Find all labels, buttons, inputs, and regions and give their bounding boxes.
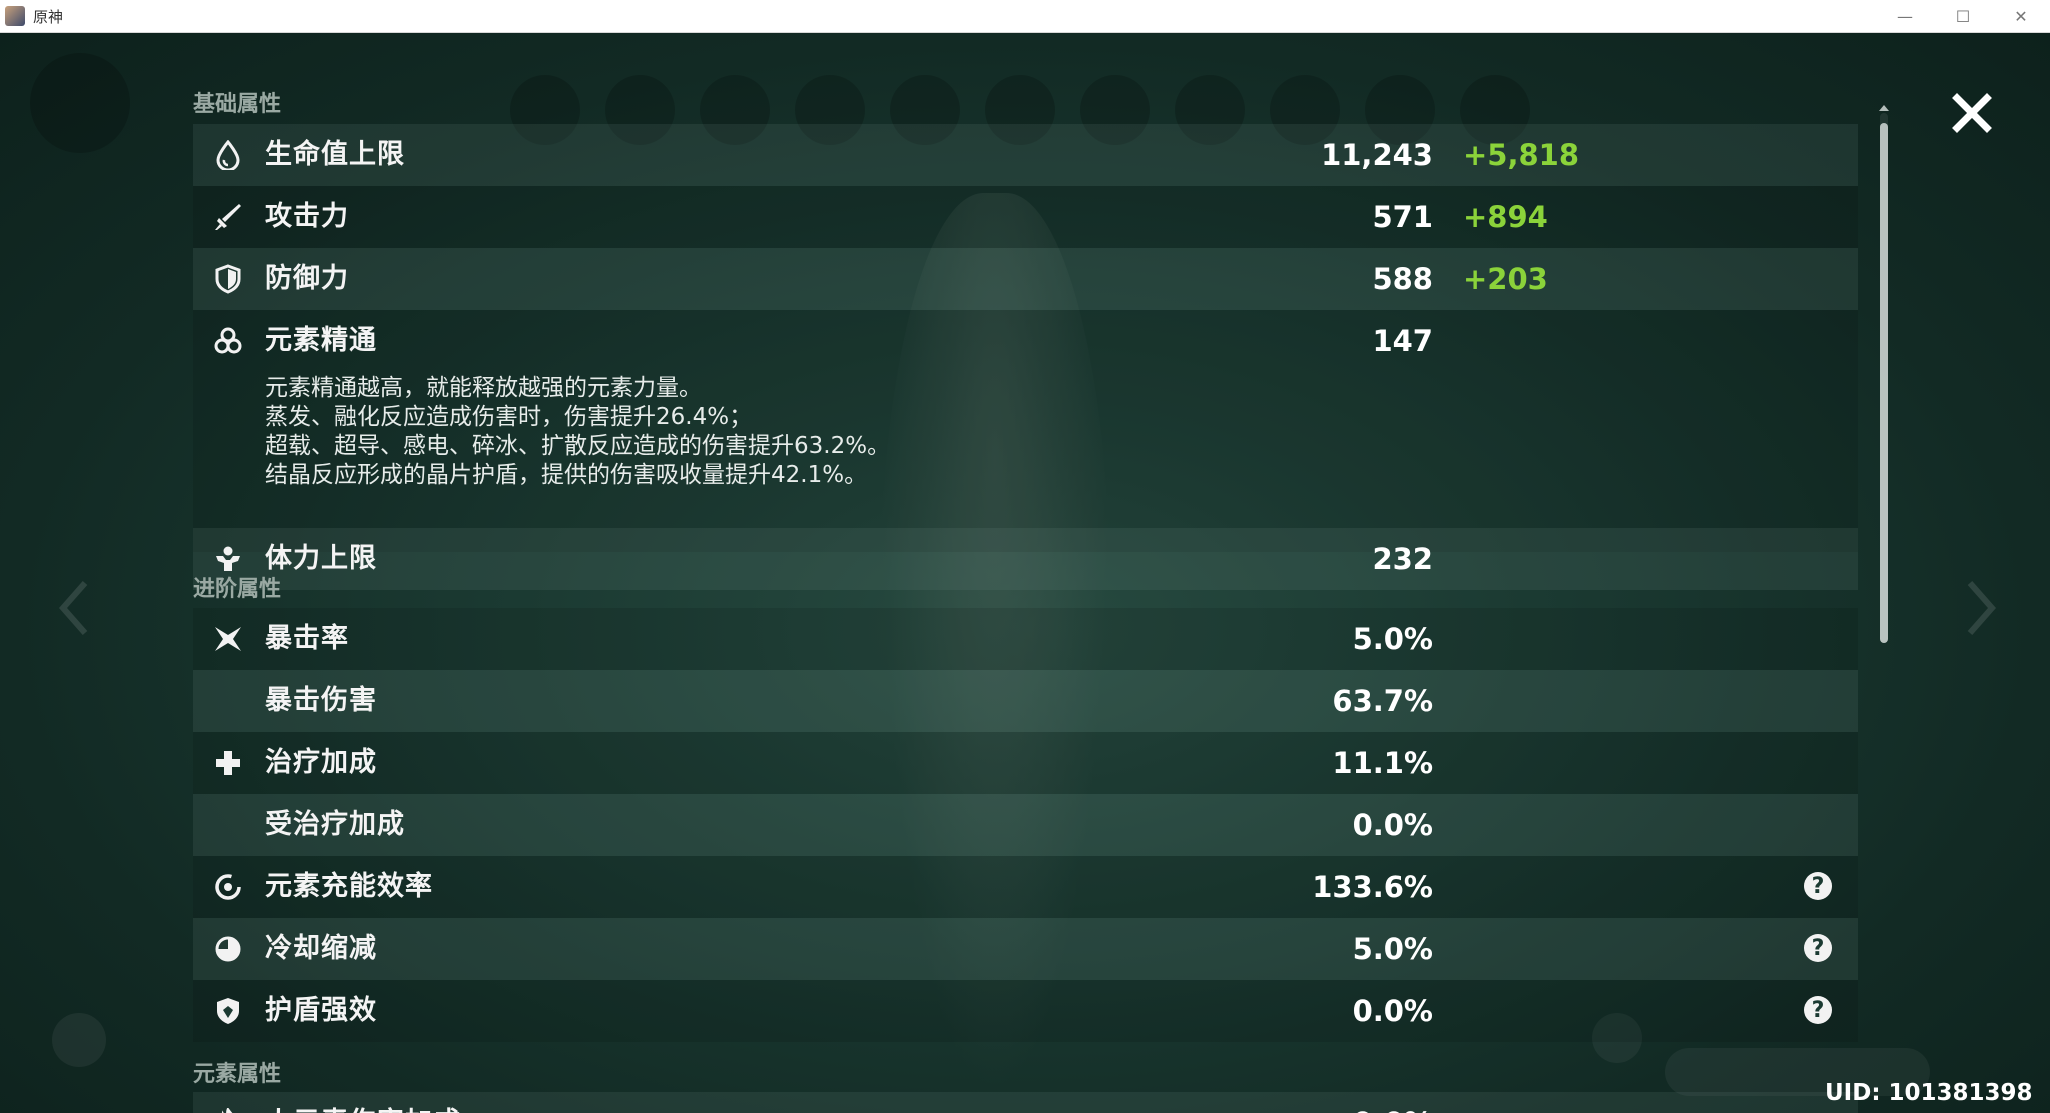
stat-value: 147 bbox=[1372, 324, 1433, 358]
element-emblem bbox=[30, 53, 130, 153]
stat-value: 11,243 bbox=[1321, 138, 1433, 172]
stat-label: 生命值上限 bbox=[265, 139, 405, 170]
stat-row-incoming-heal: 受治疗加成 0.0% bbox=[193, 794, 1858, 856]
stat-row-heal-bonus: 治疗加成 11.1% bbox=[193, 732, 1858, 794]
stat-value: 588 bbox=[1372, 262, 1433, 296]
section-header-basic: 基础属性 bbox=[193, 92, 282, 117]
stat-row-cooldown: 冷却缩减 5.0% ? bbox=[193, 918, 1858, 980]
stat-row-stamina: 体力上限 232 bbox=[193, 528, 1858, 590]
stat-label: 火元素伤害加成 bbox=[265, 1092, 461, 1113]
energy-recharge-icon bbox=[213, 872, 243, 902]
stat-label: 治疗加成 bbox=[265, 747, 377, 778]
next-character-icon bbox=[1967, 581, 1996, 635]
stat-value: 232 bbox=[1372, 542, 1433, 576]
maximize-button[interactable]: ☐ bbox=[1934, 0, 1992, 32]
window-title: 原神 bbox=[33, 7, 64, 26]
stat-label: 受治疗加成 bbox=[265, 809, 405, 840]
stat-value: 0.0% bbox=[1353, 1092, 1433, 1113]
mastery-desc-line: 超载、超导、感电、碎冰、扩散反应造成的伤害提升63.2%。 bbox=[265, 433, 891, 459]
help-icon[interactable]: ? bbox=[1804, 872, 1832, 900]
stat-value: 5.0% bbox=[1352, 622, 1433, 656]
stat-bonus: +5,818 bbox=[1463, 138, 1580, 172]
mastery-desc-line: 结晶反应形成的晶片护盾，提供的伤害吸收量提升42.1%。 bbox=[265, 462, 868, 488]
stat-bonus: +203 bbox=[1463, 262, 1548, 296]
hp-drop-icon bbox=[213, 140, 243, 170]
shield-icon bbox=[213, 264, 243, 294]
pyro-icon bbox=[213, 1108, 243, 1113]
stat-label: 护盾强效 bbox=[265, 995, 377, 1026]
stat-row-crit-rate: 暴击率 5.0% bbox=[193, 608, 1858, 670]
stat-value: 571 bbox=[1372, 200, 1433, 234]
stat-value: 11.1% bbox=[1332, 746, 1433, 780]
stat-label: 防御力 bbox=[265, 263, 349, 294]
sword-icon bbox=[213, 202, 243, 232]
stat-row-hp: 生命值上限 11,243 +5,818 bbox=[193, 124, 1858, 186]
stat-row-crit-dmg: 暴击伤害 63.7% bbox=[193, 670, 1858, 732]
stat-label: 元素充能效率 bbox=[265, 871, 433, 902]
prev-character-icon bbox=[59, 581, 88, 635]
stat-label: 体力上限 bbox=[265, 543, 377, 574]
game-window: 原神 — ☐ ✕ 基础属性 生命值上限 11,243 +5,818 攻击力 57… bbox=[0, 0, 2050, 1113]
uid-label: UID: 101381398 bbox=[1825, 1080, 2033, 1106]
stat-row-em: 元素精通 147 元素精通越高，就能释放越强的元素力量。 蒸发、融化反应造成伤害… bbox=[193, 310, 1858, 552]
stat-value: 0.0% bbox=[1352, 994, 1433, 1028]
close-icon[interactable] bbox=[1952, 93, 1992, 133]
scrollbar-thumb[interactable] bbox=[1880, 123, 1888, 643]
elemental-mastery-icon bbox=[213, 326, 243, 356]
heal-cross-icon bbox=[213, 748, 243, 778]
title-bar[interactable]: 原神 — ☐ ✕ bbox=[0, 0, 2050, 33]
stat-row-shield-strength: 护盾强效 0.0% ? bbox=[193, 980, 1858, 1042]
stat-value: 5.0% bbox=[1352, 932, 1433, 966]
close-window-button[interactable]: ✕ bbox=[1992, 0, 2050, 32]
minimize-button[interactable]: — bbox=[1876, 0, 1934, 32]
cooldown-icon bbox=[213, 934, 243, 964]
stat-label: 冷却缩减 bbox=[265, 933, 377, 964]
stat-row-def: 防御力 588 +203 bbox=[193, 248, 1858, 310]
help-icon[interactable]: ? bbox=[1804, 996, 1832, 1024]
section-header-elemental: 元素属性 bbox=[193, 1062, 282, 1087]
window-controls: — ☐ ✕ bbox=[1876, 0, 2050, 32]
help-icon[interactable]: ? bbox=[1804, 934, 1832, 962]
mastery-desc-line: 蒸发、融化反应造成伤害时，伤害提升26.4%； bbox=[265, 404, 753, 430]
stamina-icon bbox=[213, 544, 243, 574]
stat-bonus: +894 bbox=[1463, 200, 1548, 234]
mastery-desc-line: 元素精通越高，就能释放越强的元素力量。 bbox=[265, 375, 702, 401]
shield-strength-icon bbox=[213, 996, 243, 1026]
scroll-up-arrow[interactable] bbox=[1879, 105, 1889, 111]
stat-row-energy-recharge: 元素充能效率 133.6% ? bbox=[193, 856, 1858, 918]
stat-value: 133.6% bbox=[1312, 870, 1433, 904]
menu-grid-icon bbox=[52, 1013, 106, 1067]
stat-label: 元素精通 bbox=[265, 325, 377, 356]
stat-label: 攻击力 bbox=[265, 201, 349, 232]
stat-value: 0.0% bbox=[1352, 808, 1433, 842]
stat-label: 暴击率 bbox=[265, 623, 349, 654]
stat-row-pyro-dmg: 火元素伤害加成 0.0% bbox=[193, 1092, 1858, 1113]
stat-row-atk: 攻击力 571 +894 bbox=[193, 186, 1858, 248]
mastery-description: 元素精通越高，就能释放越强的元素力量。 蒸发、融化反应造成伤害时，伤害提升26.… bbox=[265, 374, 1465, 490]
attribute-details-panel: 基础属性 生命值上限 11,243 +5,818 攻击力 571 +894 防御… bbox=[193, 66, 1858, 1113]
scrollbar-track[interactable] bbox=[1880, 113, 1888, 643]
game-viewport: 基础属性 生命值上限 11,243 +5,818 攻击力 571 +894 防御… bbox=[0, 33, 2050, 1113]
stat-value: 63.7% bbox=[1332, 684, 1433, 718]
stat-label: 暴击伤害 bbox=[265, 685, 377, 716]
section-header-advanced: 进阶属性 bbox=[193, 577, 282, 602]
app-icon bbox=[5, 6, 25, 26]
crit-icon bbox=[213, 624, 243, 654]
